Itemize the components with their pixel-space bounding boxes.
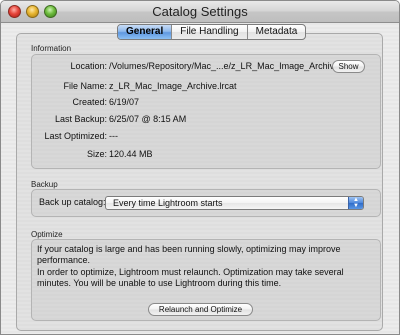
- created-value: 6/19/07: [109, 97, 140, 107]
- location-label: Location:: [70, 61, 107, 71]
- location-value: /Volumes/Repository/Mac_...e/z_LR_Mac_Im…: [109, 61, 340, 71]
- info-row-last-backup: Last Backup: 6/25/07 @ 8:15 AM: [1, 114, 399, 128]
- window-title: Catalog Settings: [152, 4, 248, 19]
- optimize-section-label: Optimize: [31, 230, 63, 239]
- info-row-file-name: File Name: z_LR_Mac_Image_Archive.lrcat: [1, 81, 399, 95]
- backup-catalog-label: Back up catalog:: [39, 197, 106, 207]
- last-optimized-value: ---: [109, 131, 118, 141]
- info-row-created: Created: 6/19/07: [1, 97, 399, 111]
- last-backup-value: 6/25/07 @ 8:15 AM: [109, 114, 187, 124]
- info-row-size: Size: 120.44 MB: [1, 149, 399, 163]
- size-value: 120.44 MB: [109, 149, 153, 159]
- info-row-last-optimized: Last Optimized: ---: [1, 131, 399, 145]
- relaunch-and-optimize-button[interactable]: Relaunch and Optimize: [148, 303, 253, 316]
- title-bar: Catalog Settings: [1, 1, 399, 23]
- information-section-label: Information: [31, 44, 72, 53]
- last-backup-label: Last Backup:: [54, 114, 107, 124]
- size-label: Size:: [86, 149, 107, 159]
- show-button[interactable]: Show: [332, 60, 365, 73]
- backup-section-label: Backup: [31, 180, 58, 189]
- popup-arrows-icon: ▲ ▼: [348, 197, 363, 209]
- file-name-value: z_LR_Mac_Image_Archive.lrcat: [109, 81, 237, 91]
- tab-bar: General File Handling Metadata: [117, 24, 307, 40]
- backup-frequency-value: Every time Lightroom starts: [113, 198, 223, 208]
- tab-general[interactable]: General: [118, 25, 172, 39]
- last-optimized-label: Last Optimized:: [44, 131, 107, 141]
- tab-file-handling[interactable]: File Handling: [171, 25, 246, 39]
- optimize-warning: In order to optimize, Lightroom must rel…: [37, 267, 344, 288]
- catalog-settings-window: Catalog Settings General File Handling M…: [0, 0, 400, 335]
- tab-metadata[interactable]: Metadata: [246, 25, 306, 39]
- backup-frequency-select[interactable]: Every time Lightroom starts ▲ ▼: [105, 196, 364, 210]
- file-name-label: File Name:: [63, 81, 107, 91]
- optimize-description: If your catalog is large and has been ru…: [37, 244, 341, 265]
- created-label: Created:: [72, 97, 107, 107]
